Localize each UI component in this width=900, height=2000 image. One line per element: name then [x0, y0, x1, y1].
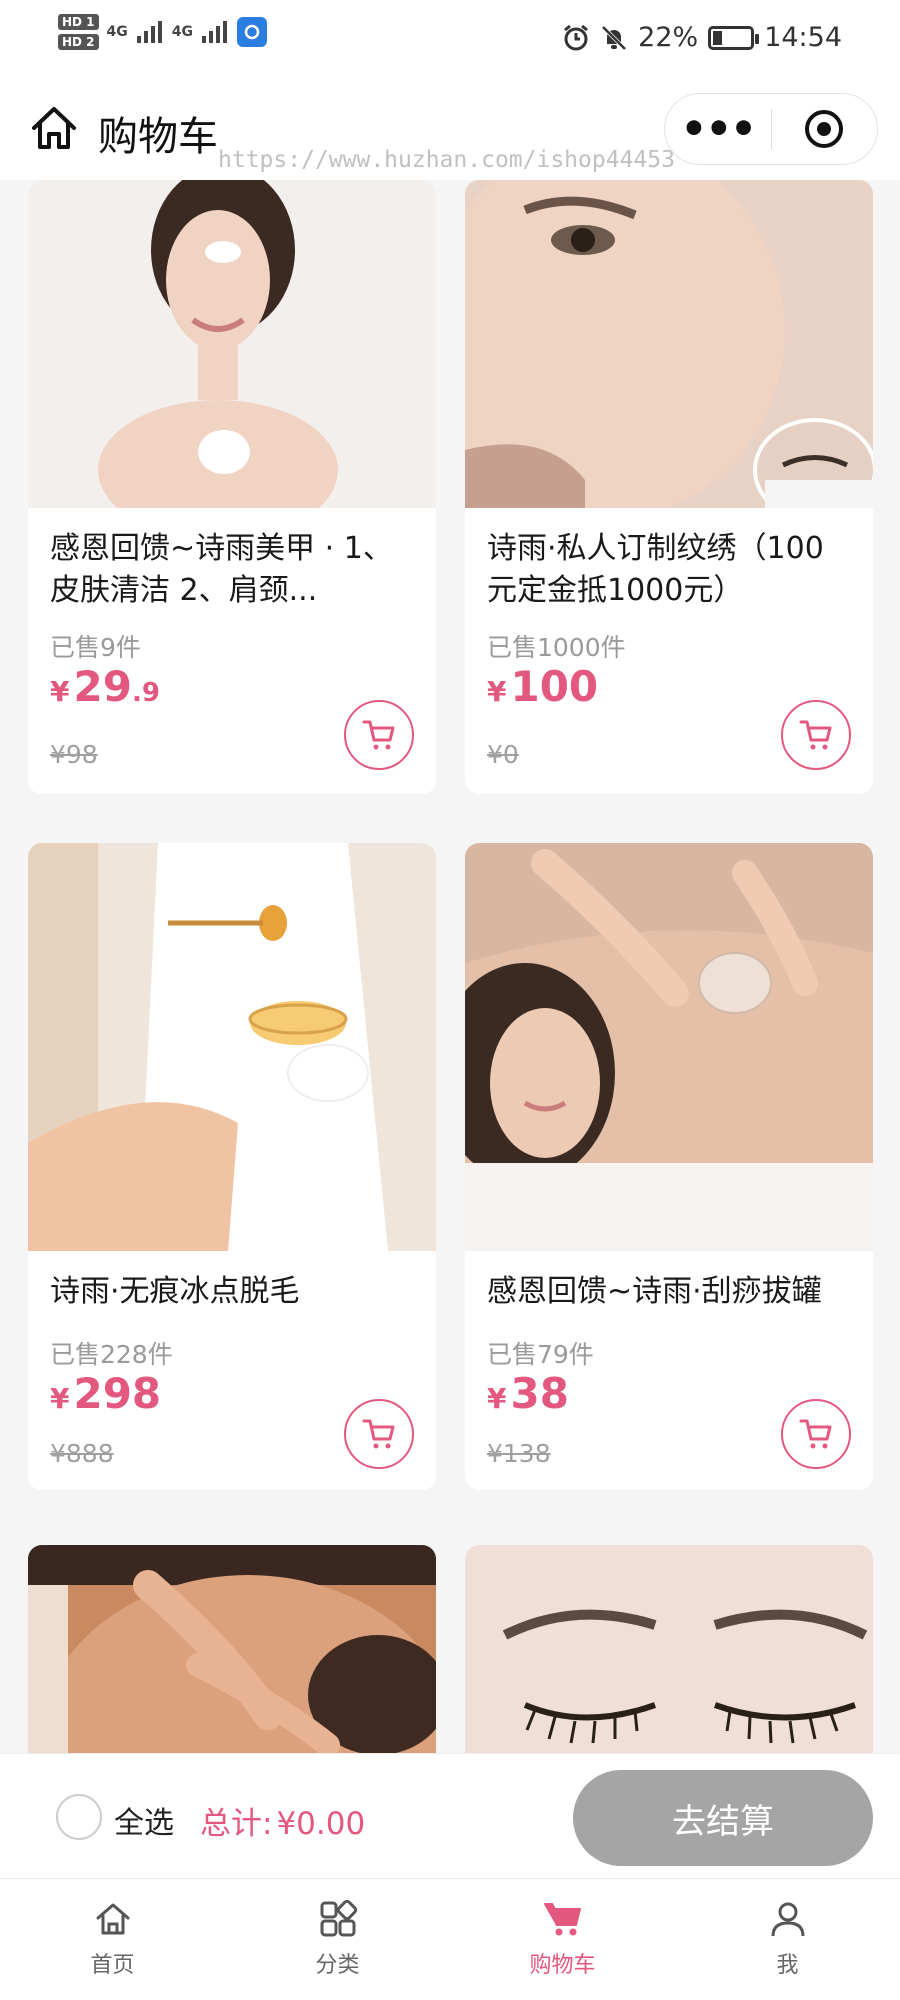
sold-count: 已售1000件 [487, 633, 626, 662]
alarm-icon [564, 24, 589, 50]
product-title: 诗雨·无痕冰点脱毛 [50, 1274, 300, 1309]
add-to-cart-button[interactable] [781, 700, 851, 770]
product-info: 诗雨·无痕冰点脱毛 已售228件 ¥ 298 ¥888 [28, 1251, 436, 1490]
tab-label: 购物车 [529, 1953, 596, 1978]
miniprogram-capsule: ••• [664, 93, 878, 165]
home-icon [96, 1903, 129, 1935]
mute-bell-icon [601, 25, 627, 50]
status-bar: HD 1 HD 2 4G 4G 22% 14:54 [0, 0, 900, 80]
total-summary: 总计: ¥0.00 [200, 1798, 365, 1843]
close-miniprogram-button[interactable] [772, 108, 878, 150]
product-title: 诗雨·私人订制纹绣（100元定金抵1000元） [487, 531, 824, 608]
hd2-badge: HD 2 [58, 34, 99, 50]
status-left: HD 1 HD 2 4G 4G [58, 14, 267, 50]
product-card[interactable]: 感恩回馈~诗雨美甲 · 1、皮肤清洁 2、肩颈... 已售9件 ¥ 29 .9 … [28, 180, 436, 794]
original-price: ¥888 [50, 1439, 114, 1468]
currency-symbol: ¥ [50, 675, 70, 708]
add-to-cart-button[interactable] [344, 1399, 414, 1469]
product-image [465, 843, 873, 1251]
product-price: ¥ 100 [487, 662, 598, 711]
price-integer: 38 [510, 1369, 569, 1418]
tab-label: 首页 [90, 1953, 135, 1978]
tab-me[interactable]: 我 [675, 1879, 900, 2000]
currency-symbol: ¥ [50, 1382, 70, 1415]
product-image [28, 180, 436, 508]
product-price: ¥ 298 [50, 1369, 161, 1418]
cart-icon [799, 720, 832, 750]
product-image [28, 1545, 436, 1753]
cart-icon [543, 1903, 581, 1936]
tab-bar: 首页 分类 购物车 我 [0, 1878, 900, 2000]
page-title: 购物车 [98, 114, 218, 160]
product-card[interactable]: 诗雨·无痕冰点脱毛 已售228件 ¥ 298 ¥888 [28, 843, 436, 1490]
battery-percent: 22% [638, 22, 699, 53]
product-price: ¥ 29 .9 [50, 662, 160, 711]
signal-bars-icon [202, 21, 227, 43]
home-button[interactable] [28, 102, 80, 154]
total-amount: ¥0.00 [276, 1806, 366, 1842]
home-icon [32, 107, 76, 149]
original-price: ¥0 [487, 740, 519, 769]
battery-icon [708, 25, 760, 50]
signal2-label: 4G [171, 24, 193, 40]
clock: 14:54 [764, 22, 842, 53]
product-card[interactable]: 感恩回馈~诗雨·刮痧拔罐 已售79件 ¥ 38 ¥138 [465, 843, 873, 1490]
add-to-cart-button[interactable] [781, 1399, 851, 1469]
original-price: ¥138 [487, 1439, 551, 1468]
product-grid: 感恩回馈~诗雨美甲 · 1、皮肤清洁 2、肩颈... 已售9件 ¥ 29 .9 … [0, 180, 900, 1753]
signal-bars-icon [136, 21, 162, 43]
cart-icon [362, 720, 395, 750]
tab-home[interactable]: 首页 [0, 1879, 225, 2000]
status-right: 22% 14:54 [562, 22, 842, 53]
add-to-cart-button[interactable] [344, 700, 414, 770]
product-image [465, 180, 873, 508]
target-icon [805, 110, 844, 148]
product-info: 诗雨·私人订制纹绣（100元定金抵1000元） 已售1000件 ¥ 100 ¥0 [465, 508, 873, 794]
product-card[interactable]: 诗雨·私人订制纹绣（100元定金抵1000元） 已售1000件 ¥ 100 ¥0 [465, 180, 873, 794]
cart-icon [362, 1419, 395, 1449]
select-all-checkbox[interactable] [56, 1794, 102, 1840]
tab-label: 我 [776, 1953, 799, 1978]
tab-label: 分类 [315, 1953, 360, 1978]
product-title: 感恩回馈~诗雨·刮痧拔罐 [487, 1274, 822, 1309]
hd1-badge: HD 1 [58, 14, 99, 30]
tab-cart[interactable]: 购物车 [450, 1879, 675, 2000]
checkout-button[interactable]: 去结算 [573, 1770, 873, 1866]
category-icon [320, 1899, 357, 1937]
product-image [28, 843, 436, 1251]
product-info: 感恩回馈~诗雨·刮痧拔罐 已售79件 ¥ 38 ¥138 [465, 1251, 873, 1490]
more-button[interactable]: ••• [665, 108, 771, 150]
price-integer: 298 [73, 1369, 162, 1418]
sold-count: 已售9件 [50, 633, 141, 662]
product-card[interactable] [28, 1545, 436, 1753]
checkout-bar: 全选 总计: ¥0.00 去结算 [0, 1753, 900, 1878]
app-notification-icon [237, 17, 267, 47]
user-icon [771, 1902, 804, 1937]
select-all-label[interactable]: 全选 [114, 1798, 174, 1842]
price-decimal: .9 [131, 678, 160, 708]
product-title: 感恩回馈~诗雨美甲 · 1、皮肤清洁 2、肩颈... [50, 531, 393, 608]
hd-indicators: HD 1 HD 2 [58, 14, 99, 50]
cart-icon [799, 1419, 832, 1449]
tab-category[interactable]: 分类 [225, 1879, 450, 2000]
page: HD 1 HD 2 4G 4G 22% 14:54 购物车 ••• https:… [0, 0, 900, 2000]
sold-count: 已售228件 [50, 1340, 173, 1369]
product-image [465, 1545, 873, 1753]
price-integer: 100 [510, 662, 599, 711]
product-info: 感恩回馈~诗雨美甲 · 1、皮肤清洁 2、肩颈... 已售9件 ¥ 29 .9 … [28, 508, 436, 794]
currency-symbol: ¥ [487, 1382, 507, 1415]
price-integer: 29 [73, 662, 132, 711]
watermark-url: https://www.huzhan.com/ishop44453 [218, 147, 675, 173]
signal1-label: 4G [106, 24, 128, 40]
product-price: ¥ 38 [487, 1369, 569, 1418]
product-card[interactable] [465, 1545, 873, 1753]
original-price: ¥98 [50, 740, 98, 769]
total-label: 总计: [200, 1806, 273, 1842]
sold-count: 已售79件 [487, 1340, 594, 1369]
battery-fill [713, 30, 722, 45]
currency-symbol: ¥ [487, 675, 507, 708]
